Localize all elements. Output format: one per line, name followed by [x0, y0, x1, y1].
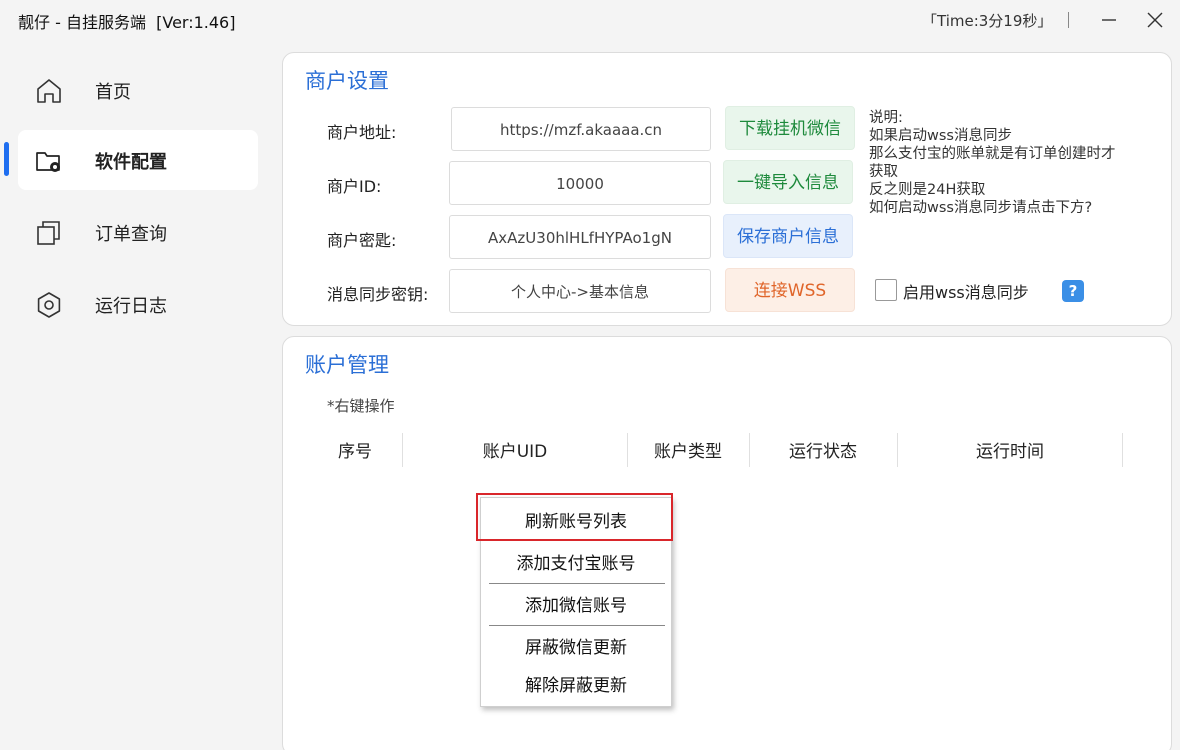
- sidebar-item-logs[interactable]: 运行日志: [18, 274, 258, 334]
- account-management-panel: 账户管理 *右键操作 序号 账户UID 账户类型 运行状态 运行时间: [282, 336, 1172, 750]
- note-line: 说明:: [869, 110, 903, 126]
- merchant-settings-panel: 商户设置 商户地址: https://mzf.akaaaa.cn 下载挂机微信 …: [282, 52, 1172, 326]
- sidebar-item-orders[interactable]: 订单查询: [18, 202, 258, 262]
- titlebar-divider: [1068, 12, 1069, 28]
- note-line: 获取: [869, 164, 898, 180]
- active-indicator: [4, 142, 9, 176]
- note-line: 反之则是24H获取: [869, 182, 986, 198]
- menu-divider: [489, 583, 665, 584]
- context-menu: 刷新账号列表 添加支付宝账号 添加微信账号 屏蔽微信更新 解除屏蔽更新: [480, 497, 672, 707]
- sidebar-item-settings[interactable]: 软件配置: [18, 130, 258, 190]
- merchant-key-input[interactable]: AxAzU30hlHLfHYPAo1gN: [449, 215, 711, 259]
- app-window: 靓仔 - 自挂服务端 [Ver:1.46] 「Time:3分19秒」 首页 软件…: [0, 0, 1180, 750]
- sync-key-label: 消息同步密钥:: [327, 285, 429, 304]
- column-header-uid[interactable]: 账户UID: [403, 437, 627, 462]
- title-bar: 靓仔 - 自挂服务端 [Ver:1.46] 「Time:3分19秒」: [0, 0, 1180, 40]
- minimize-button[interactable]: [1094, 6, 1124, 34]
- elapsed-timer: 「Time:3分19秒」: [922, 12, 1053, 30]
- column-header-index[interactable]: 序号: [313, 437, 397, 462]
- note-line: 如果启动wss消息同步: [869, 128, 1012, 144]
- sidebar: 首页 软件配置 订单查询 运行日志: [0, 52, 276, 750]
- merchant-address-input[interactable]: https://mzf.akaaaa.cn: [451, 107, 711, 151]
- merchant-id-input[interactable]: 10000: [449, 161, 711, 205]
- sidebar-item-home[interactable]: 首页: [18, 60, 258, 120]
- window-title: 靓仔 - 自挂服务端 [Ver:1.46]: [18, 13, 236, 32]
- sidebar-item-label: 首页: [95, 82, 131, 103]
- sidebar-item-label: 软件配置: [95, 152, 167, 173]
- sidebar-item-label: 订单查询: [95, 224, 167, 245]
- copy-icon: [37, 221, 60, 245]
- menu-item-block-wechat-update[interactable]: 屏蔽微信更新: [481, 630, 671, 666]
- import-info-button[interactable]: 一键导入信息: [723, 160, 853, 204]
- menu-divider: [489, 625, 665, 626]
- right-click-hint: *右键操作: [327, 397, 395, 415]
- menu-item-refresh-accounts[interactable]: 刷新账号列表: [481, 504, 671, 540]
- connect-wss-button[interactable]: 连接WSS: [725, 268, 855, 312]
- menu-item-unblock-update[interactable]: 解除屏蔽更新: [481, 668, 671, 704]
- download-wechat-button[interactable]: 下载挂机微信: [725, 106, 855, 150]
- sync-key-input[interactable]: 个人中心->基本信息: [449, 269, 711, 313]
- menu-item-add-alipay[interactable]: 添加支付宝账号: [481, 546, 671, 582]
- folder-settings-icon: [36, 152, 60, 172]
- menu-item-add-wechat[interactable]: 添加微信账号: [481, 588, 671, 624]
- instructions-text: 说明: 如果启动wss消息同步 那么支付宝的账单就是有订单创建时才 获取 反之则…: [869, 109, 1169, 217]
- sidebar-item-label: 运行日志: [95, 296, 167, 317]
- merchant-key-label: 商户密匙:: [327, 231, 397, 250]
- merchant-address-label: 商户地址:: [327, 123, 397, 142]
- column-divider: [1122, 433, 1123, 467]
- note-line: 如何启动wss消息同步请点击下方?: [869, 200, 1093, 216]
- merchant-settings-title: 商户设置: [305, 69, 389, 93]
- settings-icon: [37, 292, 61, 318]
- save-merchant-button[interactable]: 保存商户信息: [723, 214, 853, 258]
- column-header-runtime[interactable]: 运行时间: [898, 437, 1122, 462]
- merchant-id-label: 商户ID:: [327, 177, 382, 196]
- enable-wss-sync-label[interactable]: 启用wss消息同步: [903, 279, 1029, 303]
- column-header-type[interactable]: 账户类型: [628, 437, 748, 462]
- home-icon: [37, 79, 61, 103]
- help-icon[interactable]: ?: [1062, 280, 1084, 302]
- close-button[interactable]: [1140, 6, 1170, 34]
- enable-wss-sync-checkbox[interactable]: [875, 279, 897, 301]
- close-icon: [1147, 12, 1163, 28]
- minimize-icon: [1102, 19, 1116, 21]
- note-line: 那么支付宝的账单就是有订单创建时才: [869, 146, 1116, 162]
- column-header-status[interactable]: 运行状态: [750, 437, 896, 462]
- account-management-title: 账户管理: [305, 353, 389, 377]
